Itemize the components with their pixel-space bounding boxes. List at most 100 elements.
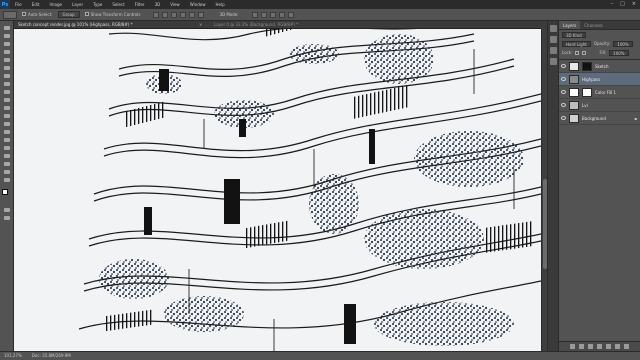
3d-pan-icon[interactable] (269, 11, 276, 18)
window-controls: – □ × (611, 0, 636, 9)
layers-panel-footer (559, 341, 640, 351)
path-select-tool-icon[interactable] (3, 153, 11, 159)
auto-select-checkbox[interactable]: Auto-Select: (22, 12, 53, 17)
marquee-tool-icon[interactable] (3, 33, 11, 39)
visibility-eye-icon[interactable] (561, 77, 566, 81)
clone-stamp-tool-icon[interactable] (3, 89, 11, 95)
menu-select[interactable]: Select (107, 2, 129, 7)
close-tab-icon[interactable]: × (199, 21, 202, 29)
eyedropper-tool-icon[interactable] (3, 65, 11, 71)
minimize-icon[interactable]: – (611, 0, 614, 9)
visibility-eye-icon[interactable] (561, 64, 566, 68)
adjustments-panel-icon[interactable] (549, 47, 557, 54)
document-tab-2-title[interactable]: Layer 0 @ 33.3% (Background, RGB/8#) * (214, 21, 298, 29)
opacity-input[interactable]: 100% (613, 40, 633, 47)
align-left-icon[interactable] (180, 11, 187, 18)
visibility-eye-icon[interactable] (561, 103, 566, 107)
tab-channels[interactable]: Channels (580, 21, 607, 29)
fill-input[interactable]: 100% (609, 49, 629, 56)
menu-layer[interactable]: Layer (67, 2, 88, 7)
menu-type[interactable]: Type (88, 2, 107, 7)
crop-tool-icon[interactable] (3, 57, 11, 63)
color-swatches[interactable] (1, 189, 12, 199)
link-layers-icon[interactable] (570, 344, 575, 349)
maximize-icon[interactable]: □ (620, 0, 625, 9)
layer-list: Sketch Highpass Color Fill 1 Lvl Backgro… (559, 59, 640, 125)
layer-row-selected[interactable]: Highpass (559, 73, 640, 86)
screen-mode-icon[interactable] (3, 215, 11, 221)
healing-tool-icon[interactable] (3, 73, 11, 79)
sketch-artwork (14, 29, 541, 351)
move-tool-icon[interactable] (3, 25, 11, 31)
layer-style-icon[interactable] (579, 344, 584, 349)
tool-preset-picker[interactable] (3, 10, 17, 19)
align-middle-icon[interactable] (162, 11, 169, 18)
menu-filter[interactable]: Filter (130, 2, 150, 7)
align-center-icon[interactable] (189, 11, 196, 18)
new-layer-icon[interactable] (615, 344, 620, 349)
visibility-eye-icon[interactable] (561, 116, 566, 120)
3d-mode-label: 3D Mode: (219, 12, 239, 17)
3d-roll-icon[interactable] (260, 11, 267, 18)
align-top-icon[interactable] (153, 11, 160, 18)
align-bottom-icon[interactable] (171, 11, 178, 18)
menu-window[interactable]: Window (185, 2, 211, 7)
tools-panel (0, 21, 14, 351)
layer-row[interactable]: Sketch (559, 60, 640, 73)
status-bar: 101.27% Doc: 35.8M/269.9M (0, 351, 640, 360)
layer-row[interactable]: Background ▪ (559, 112, 640, 125)
menu-bar: Ps File Edit Image Layer Type Select Fil… (0, 0, 640, 9)
dodge-tool-icon[interactable] (3, 129, 11, 135)
shape-tool-icon[interactable] (3, 161, 11, 167)
document-tab[interactable]: Sketch concept render.jpg @ 101% (Highpa… (14, 21, 541, 29)
lock-row: Lock: Fill: 100% (559, 48, 640, 57)
layer-name: Lvl (582, 102, 588, 108)
quick-mask-icon[interactable] (3, 207, 11, 213)
tab-layers[interactable]: Layers (559, 21, 581, 29)
blur-tool-icon[interactable] (3, 121, 11, 127)
paragraph-panel-icon[interactable] (549, 58, 557, 65)
visibility-eye-icon[interactable] (561, 90, 566, 94)
eraser-tool-icon[interactable] (3, 105, 11, 111)
blend-mode-dropdown[interactable]: Hard Light (562, 40, 591, 47)
layer-row[interactable]: Color Fill 1 (559, 86, 640, 99)
menu-image[interactable]: Image (44, 2, 67, 7)
document-canvas[interactable] (14, 29, 541, 351)
history-panel-icon[interactable] (549, 25, 557, 32)
foreground-color-swatch[interactable] (1, 189, 8, 195)
lock-pixels-icon[interactable] (575, 50, 580, 55)
brush-tool-icon[interactable] (3, 81, 11, 87)
3d-slide-icon[interactable] (278, 11, 285, 18)
adjustment-layer-icon[interactable] (597, 344, 602, 349)
menu-3d[interactable]: 3D (150, 2, 166, 7)
align-right-icon[interactable] (198, 11, 205, 18)
delete-layer-icon[interactable] (624, 344, 629, 349)
zoom-level[interactable]: 101.27% (4, 352, 22, 360)
quick-select-tool-icon[interactable] (3, 49, 11, 55)
zoom-tool-icon[interactable] (3, 177, 11, 183)
3d-scale-icon[interactable] (287, 11, 294, 18)
layer-thumbnail (569, 100, 579, 110)
3d-rotate-icon[interactable] (251, 11, 258, 18)
3d-mode-icons (251, 11, 294, 18)
new-group-icon[interactable] (606, 344, 611, 349)
pen-tool-icon[interactable] (3, 137, 11, 143)
history-brush-tool-icon[interactable] (3, 97, 11, 103)
menu-help[interactable]: Help (210, 2, 229, 7)
kind-filter-dropdown[interactable]: 3D Kind (562, 31, 586, 38)
hand-tool-icon[interactable] (3, 169, 11, 175)
lasso-tool-icon[interactable] (3, 41, 11, 47)
close-icon[interactable]: × (632, 0, 636, 9)
add-mask-icon[interactable] (588, 344, 593, 349)
gradient-tool-icon[interactable] (3, 113, 11, 119)
menu-view[interactable]: View (165, 2, 185, 7)
menu-edit[interactable]: Edit (27, 2, 45, 7)
type-tool-icon[interactable] (3, 145, 11, 151)
show-transform-checkbox[interactable]: Show Transform Controls (84, 12, 140, 17)
menu-file[interactable]: File (10, 2, 27, 7)
layer-row[interactable]: Lvl (559, 99, 640, 112)
document-tab-title: Sketch concept render.jpg @ 101% (Highpa… (18, 22, 133, 27)
auto-select-dropdown[interactable]: Group (57, 11, 80, 18)
properties-panel-icon[interactable] (549, 36, 557, 43)
lock-position-icon[interactable] (582, 50, 587, 55)
